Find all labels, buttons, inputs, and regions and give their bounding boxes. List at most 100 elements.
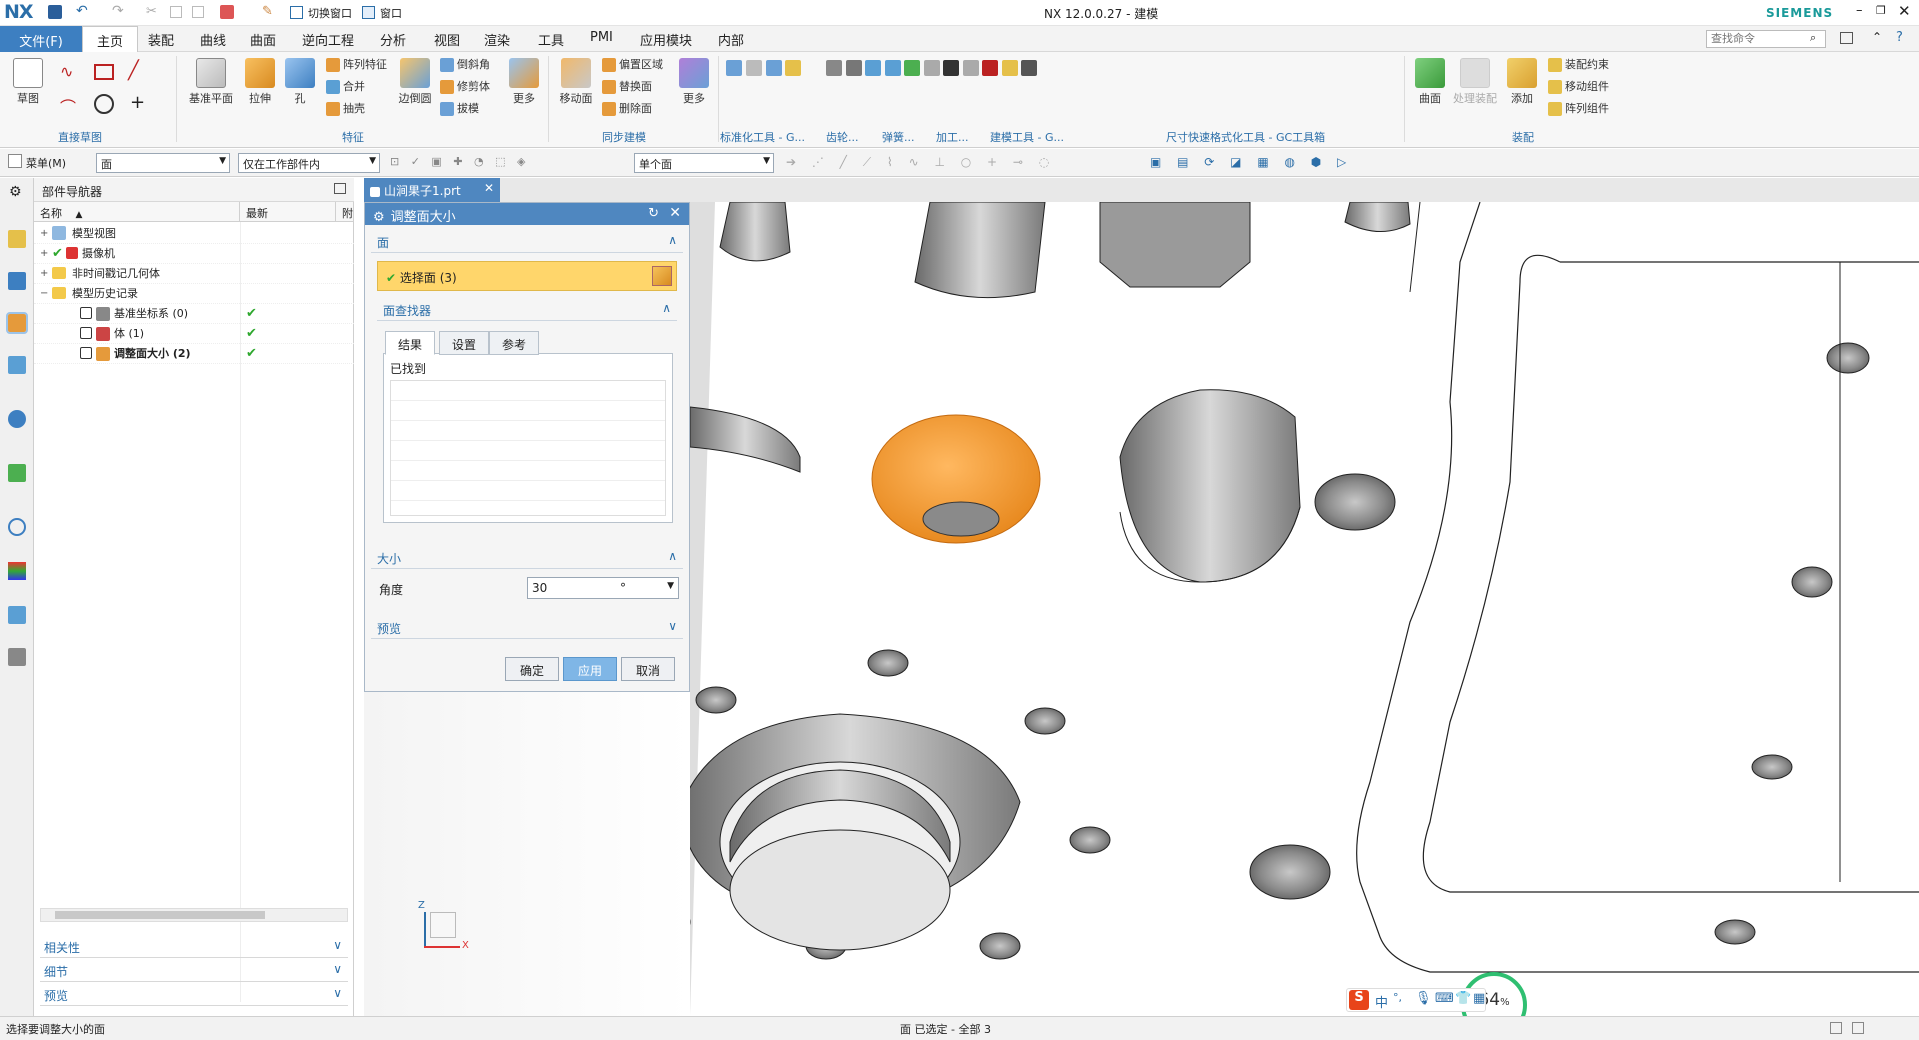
viewport-left-area[interactable]: Z X [364,692,690,1016]
trim-body-button[interactable]: 修剪体 [440,78,490,96]
tab-internal[interactable]: 内部 [718,30,744,49]
pattern-feature-button[interactable]: 阵列特征 [326,56,387,74]
microphone-icon[interactable]: 🎙 [1415,991,1432,1006]
touch-mode-icon[interactable]: ✎ [262,4,273,19]
collapse-icon[interactable]: − [40,284,50,304]
circle-icon[interactable] [94,94,114,114]
section-face-finder[interactable]: 面查找器 ∧ [377,299,677,321]
rectangle-icon[interactable] [94,64,114,80]
section-size[interactable]: 大小 ∧ [371,547,683,569]
minimize-button[interactable]: – [1856,3,1863,18]
tab-reverse-engineering[interactable]: 逆向工程 [302,30,354,49]
panel-dependencies[interactable]: 相关性 ∨ [40,936,348,958]
tab-home[interactable]: 主页 [82,26,139,52]
tab-render[interactable]: 渲染 [484,30,510,49]
point-icon[interactable]: + [130,92,145,113]
found-faces-list[interactable] [390,380,666,516]
expand-icon[interactable]: + [40,244,50,264]
ok-button[interactable]: 确定 [505,657,559,681]
tree-row-datum-csys[interactable]: 基准坐标系 (0) ✔ [34,304,354,324]
tree-row-cameras[interactable]: + ✔ 摄像机 [34,244,354,264]
type-filter-select[interactable]: 面 ▼ [96,153,230,173]
tree-row-unused-items[interactable]: + 非时间戳记几何体 [34,264,354,284]
reuse-library-icon[interactable] [8,356,26,374]
expand-icon[interactable]: + [40,264,50,284]
move-face-button[interactable]: 移动面 [554,58,598,106]
document-tab[interactable]: 山涧果子1.prt ✕ [364,178,500,202]
ribbon-options-icon[interactable] [1840,32,1853,44]
assembly-navigator-icon[interactable] [8,230,26,248]
cancel-button[interactable]: 取消 [621,657,675,681]
group-label-spring[interactable]: 弹簧... [882,129,915,145]
group-label-gear[interactable]: 齿轮... [826,129,859,145]
gear-icon[interactable]: ⚙ [9,184,22,200]
clock-icon[interactable] [8,518,26,536]
tree-row-model-views[interactable]: + 模型视图 [34,224,354,244]
expand-icon[interactable]: + [40,224,50,244]
copy-icon[interactable] [170,6,182,18]
select-face-row[interactable]: ✔ 选择面 (3) [377,261,677,291]
column-latest[interactable]: 最新 [240,202,336,222]
more-features-button[interactable]: 更多 [502,58,546,106]
ime-toolbar[interactable]: S 中 °, 🎙 ⌨ 👕 ▦ [1346,988,1486,1012]
history-icon[interactable] [8,464,26,482]
horizontal-scrollbar[interactable] [40,908,348,922]
angle-input[interactable]: 30 ° ▼ [527,577,679,599]
select-face-cube-icon[interactable] [652,266,672,286]
assembly-constraint-button[interactable]: 装配约束 [1548,56,1609,74]
tab-analysis[interactable]: 分析 [380,30,406,49]
roles-icon[interactable] [8,648,26,666]
panel-details[interactable]: 细节 ∨ [40,960,348,982]
process-assembly-button[interactable]: 处理装配 [1450,58,1500,106]
tree-row-model-history[interactable]: − 模型历史记录 [34,284,354,304]
system-material-icon[interactable] [8,606,26,624]
tab-view[interactable]: 视图 [434,30,460,49]
tab-assembly[interactable]: 装配 [148,30,174,49]
unite-button[interactable]: 合并 [326,78,365,96]
ime-punct[interactable]: °, [1393,991,1402,1004]
maximize-icon[interactable] [334,183,346,194]
graphics-viewport[interactable]: Z X 64% S 中 °, 🎙 ⌨ 👕 ▦ [690,202,1919,1016]
pattern-component-button[interactable]: 阵列组件 [1548,100,1609,118]
tab-results[interactable]: 结果 [385,331,436,355]
skin-icon[interactable]: 👕 [1455,991,1471,1006]
constraint-navigator-icon[interactable] [8,272,26,290]
file-menu-tab[interactable]: 文件(F) [0,26,82,52]
apply-button[interactable]: 应用 [563,657,617,681]
checkbox-checked-icon[interactable] [80,327,92,339]
datum-plane-button[interactable]: 基准平面 [186,58,236,106]
status-icon-1[interactable] [1830,1022,1842,1034]
section-preview[interactable]: 预览 ∨ [371,617,683,639]
tree-row-resize-face[interactable]: 调整面大小 (2) ✔ [34,344,354,364]
tab-application[interactable]: 应用模块 [640,30,692,49]
web-browser-icon[interactable] [8,410,26,428]
collapse-ribbon-icon[interactable]: ⌃ [1872,30,1882,44]
reset-icon[interactable]: ↻ [648,206,659,221]
grid-icon[interactable]: ▦ [1473,991,1485,1006]
tab-tools[interactable]: 工具 [538,30,564,49]
command-search-input[interactable] [1706,30,1826,48]
tab-pmi[interactable]: PMI [590,30,613,45]
view-icons[interactable]: ▣ ▤ ⟳ ◪ ▦ ◍ ⬢ ▷ [1150,155,1430,171]
close-icon[interactable]: ✕ [669,205,681,221]
restore-button[interactable]: ❐ [1876,4,1886,17]
edge-blend-button[interactable]: 边倒圆 [392,58,438,106]
shell-button[interactable]: 抽壳 [326,100,365,118]
section-face[interactable]: 面 ∧ [371,231,683,253]
profile-icon[interactable]: ∿ [60,62,73,81]
tool-icon-strip[interactable] [826,60,1426,120]
group-label-modeling-tool[interactable]: 建模工具 - G... [990,129,1064,145]
switch-window-button[interactable]: 切换窗口 [308,5,352,21]
group-label-dim-tool[interactable]: 尺寸快速格式化工具 - GC工具箱 [1166,129,1325,145]
offset-region-button[interactable]: 偏置区域 [602,56,663,74]
tab-reference[interactable]: 参考 [489,331,540,355]
sketch-button[interactable]: 草图 [6,58,50,106]
help-icon[interactable]: ? [1896,30,1903,45]
palette-icon[interactable] [8,562,26,580]
keyboard-icon[interactable]: ⌨ [1435,991,1454,1006]
window-menu-button[interactable]: 窗口 [380,5,402,21]
ime-lang[interactable]: 中 [1375,992,1388,1011]
repeat-command-icon[interactable] [220,5,234,19]
arc-icon[interactable]: ⌒ [60,94,76,118]
snap-icons[interactable]: ⊡ ✓ ▣ ✚ ◔ ⬚ ◈ [390,155,620,171]
